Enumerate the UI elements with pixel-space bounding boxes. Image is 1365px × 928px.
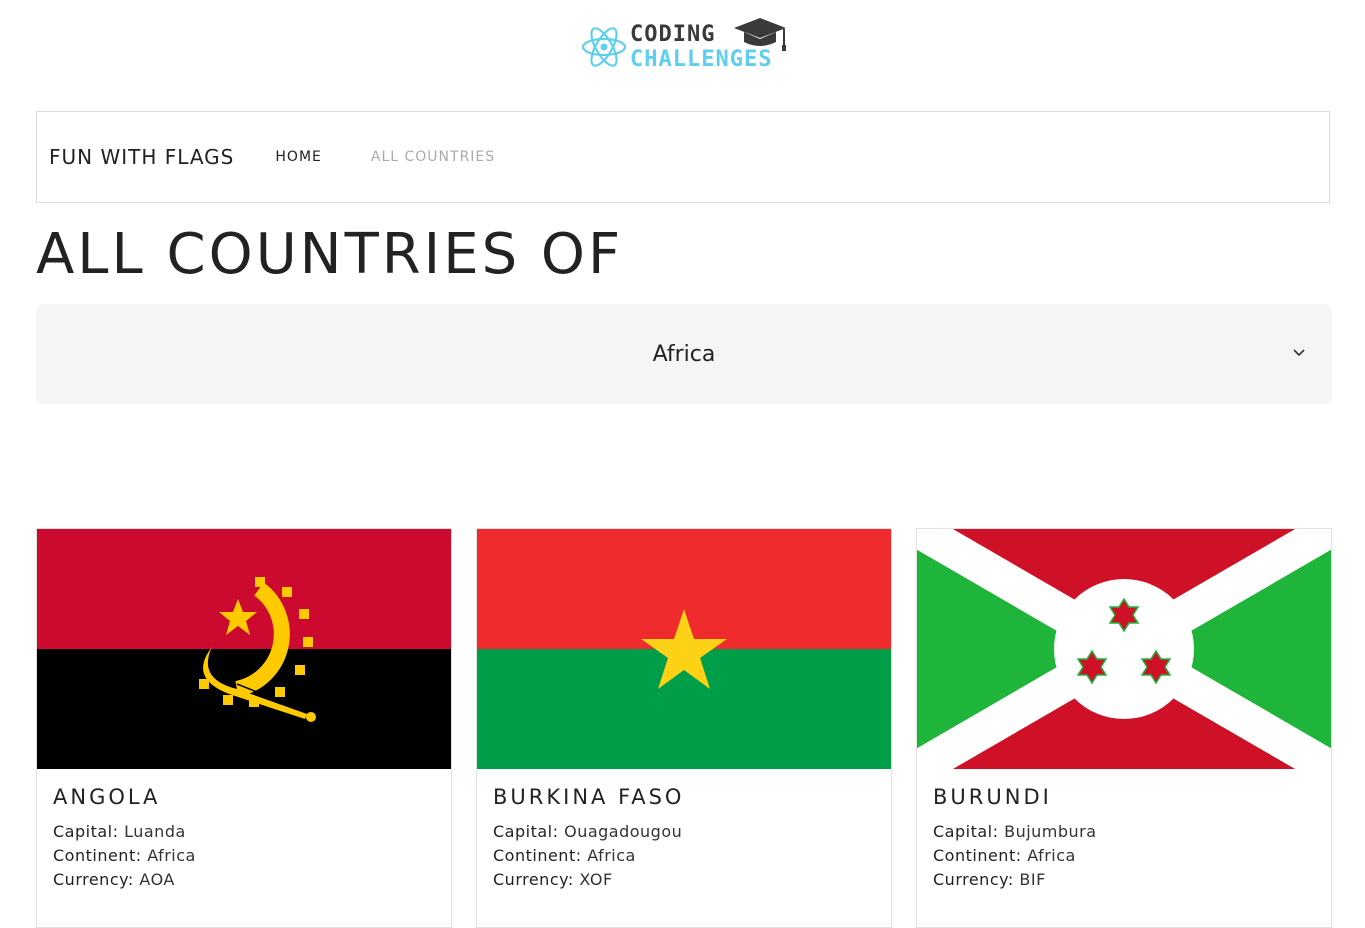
currency-label: Currency: xyxy=(493,870,574,889)
continent-select[interactable]: Africa xyxy=(36,304,1332,404)
react-atom-icon xyxy=(581,27,627,67)
currency-label: Currency: xyxy=(53,870,134,889)
continent-value: Africa xyxy=(147,846,196,865)
burundi-flag-image xyxy=(917,529,1331,769)
continent-value: Africa xyxy=(587,846,636,865)
angola-flag-image xyxy=(37,529,451,769)
coding-challenges-logo[interactable]: CODING CHALLENGES xyxy=(580,16,790,78)
capital-label: Capital: xyxy=(493,822,559,841)
country-info: Capital: Ouagadougou Continent: Africa C… xyxy=(493,820,682,892)
capital-value: Luanda xyxy=(124,822,186,841)
continent-value: Africa xyxy=(1027,846,1076,865)
currency-label: Currency: xyxy=(933,870,1014,889)
nav-link-all-countries[interactable]: ALL COUNTRIES xyxy=(371,149,495,165)
continent-select-value: Africa xyxy=(652,341,716,367)
currency-value: BIF xyxy=(1019,870,1046,889)
country-name: ANGOLA xyxy=(53,785,161,809)
currency-value: XOF xyxy=(579,870,613,889)
capital-value: Bujumbura xyxy=(1004,822,1097,841)
chevron-down-icon xyxy=(1293,349,1305,357)
page-title: ALL COUNTRIES OF xyxy=(36,222,624,287)
continent-label: Continent: xyxy=(53,846,142,865)
currency-value: AOA xyxy=(139,870,175,889)
top-navbar: FUN WITH FLAGS HOME ALL COUNTRIES xyxy=(36,111,1330,203)
burkina-faso-flag-image xyxy=(477,529,891,769)
country-name: BURKINA FASO xyxy=(493,785,685,809)
brand-title[interactable]: FUN WITH FLAGS xyxy=(49,145,234,169)
country-name: BURUNDI xyxy=(933,785,1052,809)
country-card-burkina-faso[interactable]: BURKINA FASO Capital: Ouagadougou Contin… xyxy=(476,528,892,928)
country-card-burundi[interactable]: BURUNDI Capital: Bujumbura Continent: Af… xyxy=(916,528,1332,928)
capital-value: Ouagadougou xyxy=(564,822,683,841)
graduation-cap-icon xyxy=(734,18,786,51)
continent-label: Continent: xyxy=(933,846,1022,865)
country-info: Capital: Luanda Continent: Africa Curren… xyxy=(53,820,196,892)
capital-label: Capital: xyxy=(53,822,119,841)
country-info: Capital: Bujumbura Continent: Africa Cur… xyxy=(933,820,1097,892)
country-card-angola[interactable]: ANGOLA Capital: Luanda Continent: Africa… xyxy=(36,528,452,928)
capital-label: Capital: xyxy=(933,822,999,841)
nav-link-home[interactable]: HOME xyxy=(275,149,321,165)
continent-label: Continent: xyxy=(493,846,582,865)
